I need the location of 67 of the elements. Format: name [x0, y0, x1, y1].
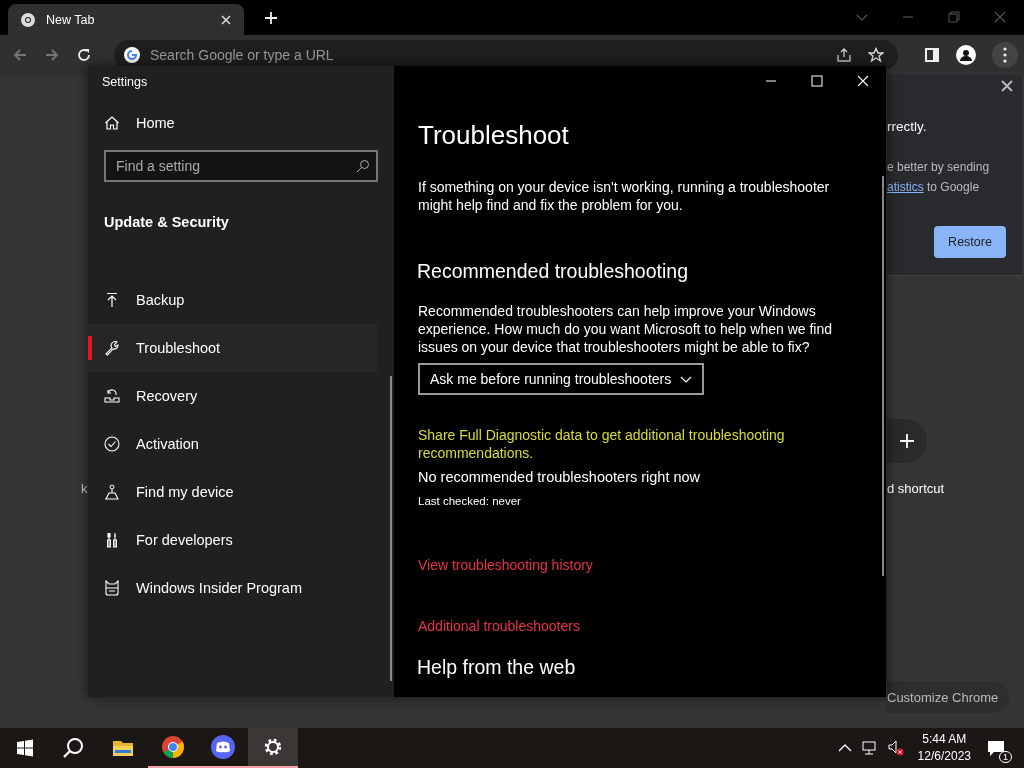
- recovery-icon: [104, 388, 120, 404]
- shortcut-label: d shortcut: [887, 481, 945, 496]
- browser-tab[interactable]: New Tab: [8, 4, 244, 35]
- taskbar-clock[interactable]: 5:44 AM 12/6/2023: [917, 731, 971, 765]
- clock-date: 12/6/2023: [917, 748, 971, 765]
- forward-arrow-icon[interactable]: [44, 47, 60, 63]
- back-arrow-icon[interactable]: [12, 47, 28, 63]
- search-icon: [356, 159, 370, 173]
- shortcut-label: k: [81, 481, 88, 496]
- maximize-icon[interactable]: [811, 75, 823, 87]
- side-panel-icon[interactable]: [924, 47, 940, 63]
- notifications-icon[interactable]: [987, 739, 1005, 757]
- notification-count: 1: [999, 751, 1012, 763]
- sidebar-item[interactable]: Activation: [88, 420, 378, 468]
- status-text: No recommended troubleshooters right now: [418, 469, 702, 485]
- restore-button[interactable]: Restore: [934, 226, 1006, 258]
- person-location-icon: [104, 484, 120, 500]
- check-circle-icon: [104, 436, 120, 452]
- star-icon[interactable]: [868, 47, 884, 63]
- sidebar-item[interactable]: Windows Insider Program: [88, 564, 378, 612]
- tools-icon: [104, 532, 120, 548]
- google-icon: [124, 47, 140, 63]
- sidebar-item[interactable]: Recovery: [88, 372, 378, 420]
- window-title: Settings: [102, 75, 149, 89]
- home-icon: [104, 115, 120, 131]
- history-link[interactable]: View troubleshooting history: [418, 557, 846, 573]
- description-text: Recommended troubleshooters can help improve your Windows experience. How much do you want Microsoft to help when we find issues on your device that troubleshooters might be able to fix?: [418, 302, 833, 356]
- statistics-link[interactable]: atistics: [887, 180, 924, 194]
- page-title: Troubleshoot: [418, 120, 570, 151]
- search-icon: [62, 737, 84, 759]
- diagnostic-data-link[interactable]: Share Full Diagnostic data to get additional troubleshooting recommendations.: [418, 426, 818, 462]
- chat-app-icon: [211, 735, 235, 759]
- clock-time: 5:44 AM: [922, 731, 967, 748]
- reload-icon[interactable]: [76, 47, 92, 63]
- intro-text: If something on your device isn't working, running a troubleshooter might help find and fix the problem for you.: [418, 178, 831, 214]
- sidebar-item[interactable]: Troubleshoot: [88, 324, 378, 372]
- customize-chrome-button[interactable]: Customize Chrome: [887, 681, 1009, 713]
- sidebar-item[interactable]: For developers: [88, 516, 378, 564]
- plus-icon[interactable]: [264, 11, 278, 25]
- home-nav-item[interactable]: Home: [104, 103, 378, 143]
- troubleshoot-dropdown[interactable]: Ask me before running troubleshooters: [418, 363, 704, 395]
- section-heading: Update & Security: [104, 214, 230, 230]
- profile-icon[interactable]: [956, 45, 976, 65]
- add-shortcut-button[interactable]: [887, 419, 927, 463]
- section-heading: Recommended troubleshooting: [417, 260, 689, 283]
- taskbar-app[interactable]: [248, 728, 298, 768]
- sidebar-item[interactable]: Find my device: [88, 468, 378, 516]
- upload-arrow-icon: [104, 292, 120, 308]
- network-icon[interactable]: [861, 740, 878, 756]
- search-field[interactable]: Find a setting: [104, 150, 378, 182]
- menu-icon[interactable]: [992, 42, 1018, 68]
- popup-text: atistics to Google: [887, 180, 980, 194]
- ninja-cat-icon: [104, 580, 120, 596]
- plus-icon: [900, 434, 914, 448]
- windows-start-icon[interactable]: [16, 739, 34, 757]
- tab-title: New Tab: [46, 12, 96, 27]
- close-icon[interactable]: [1001, 80, 1013, 92]
- wrench-icon: [104, 340, 120, 356]
- popup-text: e better by sending: [887, 160, 990, 174]
- last-checked-text: Last checked: never: [418, 495, 522, 507]
- speaker-muted-icon[interactable]: [887, 740, 904, 756]
- popup-text: rrectly.: [887, 119, 927, 134]
- section-heading: Help from the web: [417, 656, 577, 679]
- sidebar-item[interactable]: Backup: [88, 276, 378, 324]
- additional-troubleshooters-link[interactable]: Additional troubleshooters: [418, 618, 846, 634]
- settings-icon: [262, 736, 284, 758]
- share-icon[interactable]: [836, 47, 852, 63]
